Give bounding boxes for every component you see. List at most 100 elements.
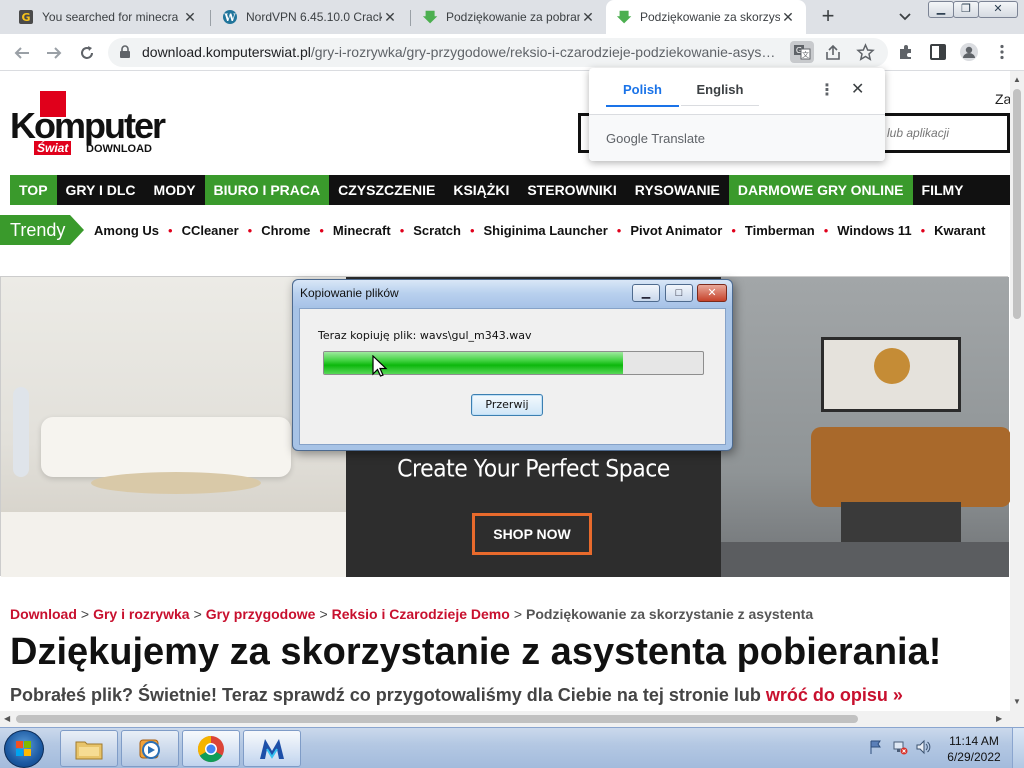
- nav-item-filmy[interactable]: FILMY: [913, 175, 973, 205]
- taskbar-chrome[interactable]: [182, 730, 240, 767]
- horizontal-scroll-thumb[interactable]: [16, 715, 858, 723]
- browser-toolbar: download.komputerswiat.pl/gry-i-rozrywka…: [0, 34, 1024, 71]
- back-to-description-link[interactable]: wróć do opisu »: [766, 685, 903, 705]
- taskbar-installer[interactable]: [243, 730, 301, 767]
- trendy-link[interactable]: Chrome: [261, 223, 310, 238]
- bullet-dot: •: [247, 222, 253, 238]
- trendy-link[interactable]: Pivot Animator: [630, 223, 722, 238]
- screen: G You searched for minecra ✕ W NordVPN 6…: [0, 0, 1024, 768]
- vertical-scrollbar[interactable]: ▲ ▼: [1010, 71, 1024, 711]
- tab-2[interactable]: W NordVPN 6.45.10.0 Crack ✕: [212, 0, 408, 34]
- dialog-maximize-button[interactable]: □: [665, 284, 693, 302]
- nav-item-biuro-i-praca[interactable]: BIURO I PRACA: [204, 175, 330, 205]
- tab-close-icon[interactable]: ✕: [382, 9, 398, 26]
- svg-text:G: G: [21, 11, 30, 24]
- breadcrumb-link[interactable]: Gry i rozrywka: [93, 606, 190, 622]
- tab-english[interactable]: English: [681, 82, 759, 106]
- action-center-flag-icon[interactable]: [868, 739, 884, 755]
- trendy-link[interactable]: Minecraft: [333, 223, 391, 238]
- tab-close-icon[interactable]: ✕: [580, 9, 596, 26]
- vertical-scroll-thumb[interactable]: [1013, 89, 1021, 319]
- system-clock[interactable]: 11:14 AM 6/29/2022: [944, 733, 1004, 765]
- trendy-label: Trendy: [0, 215, 70, 245]
- nav-item-mody[interactable]: MODY: [145, 175, 205, 205]
- google-translate-brand: Google Translate: [606, 131, 706, 146]
- header-right-text[interactable]: Za: [995, 91, 1010, 107]
- scroll-right-icon[interactable]: ▶: [996, 714, 1002, 723]
- horizontal-scrollbar[interactable]: ◀ ▶: [0, 711, 1024, 727]
- translate-page-button[interactable]: G文: [790, 41, 814, 63]
- start-button[interactable]: [4, 730, 44, 768]
- trendy-link[interactable]: Kwarant: [934, 223, 985, 238]
- g-favicon-icon: G: [19, 10, 33, 24]
- chevron-down-icon[interactable]: [897, 8, 913, 24]
- breadcrumb-link[interactable]: Reksio i Czarodzieje Demo: [332, 606, 510, 622]
- svg-text:W: W: [223, 13, 236, 24]
- copy-status-text: Teraz kopiuję plik: wavs\gul_m343.wav: [318, 329, 532, 342]
- menu-kebab-icon[interactable]: [993, 43, 1011, 61]
- windows-logo-icon: [16, 741, 31, 756]
- forward-button[interactable]: [42, 41, 66, 65]
- trendy-link[interactable]: Windows 11: [837, 223, 911, 238]
- dialog-minimize-button[interactable]: ▁: [632, 284, 660, 302]
- leather-couch-shape: [811, 427, 1010, 507]
- more-options-icon[interactable]: ⋮: [819, 80, 835, 100]
- network-error-icon[interactable]: [892, 739, 908, 755]
- address-bar[interactable]: download.komputerswiat.pl/gry-i-rozrywka…: [108, 38, 888, 67]
- trendy-link[interactable]: Scratch: [413, 223, 461, 238]
- close-icon[interactable]: ✕: [851, 79, 864, 99]
- share-icon[interactable]: [824, 44, 842, 62]
- banner-title: Create Your Perfect Space: [397, 455, 670, 484]
- nav-item-rysowanie[interactable]: RYSOWANIE: [626, 175, 729, 205]
- tab-close-icon[interactable]: ✕: [780, 9, 796, 26]
- shop-now-button[interactable]: SHOP NOW: [472, 513, 592, 555]
- trendy-link[interactable]: CCleaner: [182, 223, 239, 238]
- scroll-left-icon[interactable]: ◀: [4, 714, 10, 723]
- bookmark-star-icon[interactable]: [856, 43, 875, 62]
- tab-polish[interactable]: Polish: [606, 82, 679, 107]
- media-player-icon: [139, 739, 160, 759]
- nav-item-darmowe-gry-online[interactable]: DARMOWE GRY ONLINE: [728, 175, 913, 205]
- minimize-button[interactable]: ▁: [928, 1, 954, 18]
- stop-button[interactable]: Przerwij: [471, 394, 543, 416]
- nav-item-sterowniki[interactable]: STEROWNIKI: [518, 175, 625, 205]
- trendy-link[interactable]: Shiginima Launcher: [484, 223, 608, 238]
- close-window-button[interactable]: ✕: [978, 1, 1018, 18]
- breadcrumb-link[interactable]: Gry przygodowe: [206, 606, 316, 622]
- back-button[interactable]: [10, 41, 34, 65]
- taskbar-media-player[interactable]: [121, 730, 179, 767]
- scroll-down-icon[interactable]: ▼: [1013, 697, 1021, 706]
- show-desktop-button[interactable]: [1012, 728, 1024, 768]
- lock-icon[interactable]: [118, 45, 132, 59]
- tab-1[interactable]: G You searched for minecra ✕: [8, 0, 208, 34]
- side-panel-icon[interactable]: [929, 43, 947, 61]
- tab-close-icon[interactable]: ✕: [182, 9, 198, 26]
- copy-files-dialog: Kopiowanie plików ▁ □ ✕ Teraz kopiuję pl…: [292, 279, 733, 451]
- taskbar-file-explorer[interactable]: [60, 730, 118, 767]
- dialog-close-button[interactable]: ✕: [697, 284, 727, 302]
- nav-item-top[interactable]: TOP: [10, 175, 57, 205]
- profile-avatar-icon[interactable]: [959, 42, 979, 62]
- restore-button[interactable]: ❐: [953, 1, 979, 18]
- trendy-link[interactable]: Among Us: [94, 223, 159, 238]
- komputerswiat-logo[interactable]: Komputer Świat DOWNLOAD: [10, 91, 170, 161]
- reload-button[interactable]: [75, 41, 99, 65]
- nav-item-gry-i-dlc[interactable]: GRY I DLC: [57, 175, 145, 205]
- translate-footer: Google Translate: [589, 114, 885, 161]
- extensions-puzzle-icon[interactable]: [897, 43, 915, 61]
- scroll-up-icon[interactable]: ▲: [1013, 75, 1021, 84]
- breadcrumb-link[interactable]: Download: [10, 606, 77, 622]
- nav-item-ksiazki[interactable]: KSIĄŻKI: [444, 175, 518, 205]
- download-arrow-favicon-icon: [616, 10, 632, 24]
- page-subtitle: Pobrałeś plik? Świetnie! Teraz sprawdź c…: [10, 685, 903, 706]
- tab-4-active[interactable]: Podziękowanie za skorzys ✕: [606, 0, 806, 34]
- tab-3[interactable]: Podziękowanie za pobran ✕: [412, 0, 606, 34]
- nav-item-czyszczenie[interactable]: CZYSZCZENIE: [329, 175, 444, 205]
- volume-icon[interactable]: [915, 739, 931, 755]
- url-text: download.komputerswiat.pl/gry-i-rozrywka…: [142, 44, 792, 60]
- tab-separator: [210, 10, 211, 26]
- new-tab-button[interactable]: +: [816, 5, 840, 29]
- trendy-link[interactable]: Timberman: [745, 223, 815, 238]
- clock-time: 11:14 AM: [949, 734, 999, 748]
- dialog-titlebar[interactable]: Kopiowanie plików ▁ □ ✕: [293, 280, 732, 306]
